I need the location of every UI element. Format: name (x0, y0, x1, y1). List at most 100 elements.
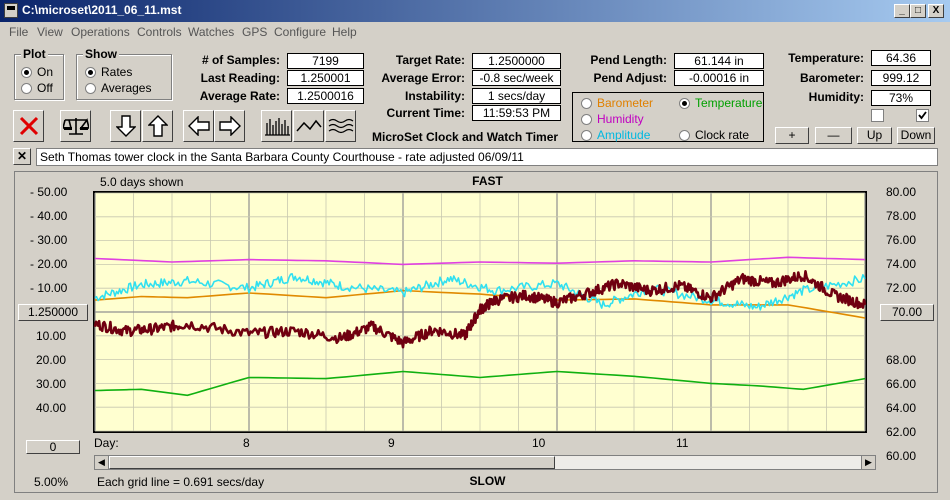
show-group-legend: Show (83, 47, 119, 61)
left-tick: - 30.00 (30, 233, 68, 247)
right-tick: 78.00 (886, 209, 917, 223)
scroll-right-icon[interactable]: ▶ (861, 456, 875, 469)
arrow-down-button[interactable] (110, 110, 141, 142)
minus-button[interactable]: — (815, 127, 852, 144)
temperature-label: Temperature: (788, 51, 864, 65)
last-reading-label: Last Reading: (200, 71, 280, 85)
arrow-left-icon (187, 116, 210, 136)
right-tick: 62.00 (886, 425, 917, 439)
wave-plot-icon (328, 118, 353, 134)
instability-label: Instability: (404, 89, 465, 103)
description-close-button[interactable]: ✕ (13, 148, 31, 165)
line-view-button[interactable] (293, 110, 324, 142)
arrow-right-button[interactable] (214, 110, 245, 142)
right-center-button[interactable]: 70.00 (880, 304, 934, 321)
menu-operations[interactable]: Operations (71, 25, 130, 39)
sensor-humidity-radio[interactable]: Humidity (581, 112, 644, 126)
title-bar: C:\microset\2011_06_11.mst _ □ X (0, 0, 950, 22)
day-label: Day: (94, 436, 119, 450)
plot-group-legend: Plot (21, 47, 48, 61)
left-tick: 30.00 (36, 377, 67, 391)
line-plot-icon (295, 119, 322, 132)
barometer-value: 999.12 (871, 70, 931, 86)
plot-off-radio[interactable]: Off (21, 81, 53, 95)
x-tick: 11 (676, 436, 689, 450)
menu-watches[interactable]: Watches (188, 25, 234, 39)
right-tick: 72.00 (886, 281, 917, 295)
target-rate-label: Target Rate: (395, 53, 465, 67)
right-tick: 66.00 (886, 377, 917, 391)
show-rates-radio[interactable]: Rates (85, 65, 132, 79)
sensor-barometer-radio[interactable]: Barometer (581, 96, 653, 110)
humidity-value: 73% (871, 90, 931, 106)
red-x-icon (19, 116, 38, 136)
humidity-label: Humidity: (808, 90, 864, 104)
x-tick: 9 (388, 436, 395, 450)
arrow-left-button[interactable] (183, 110, 214, 142)
target-rate-value: 1.2500000 (472, 53, 561, 69)
arrow-up-icon (147, 115, 168, 137)
sensor-checkbox[interactable] (916, 109, 929, 122)
show-group: Show Rates Averages (76, 47, 172, 100)
menu-gps[interactable]: GPS (242, 25, 267, 39)
arrow-right-icon (218, 116, 241, 136)
slow-label: SLOW (469, 474, 506, 488)
window-title: C:\microset\2011_06_11.mst (22, 3, 182, 17)
menu-file[interactable]: File (9, 25, 28, 39)
pend-length-value: 61.144 in (674, 53, 764, 69)
bars-view-button[interactable] (261, 110, 292, 142)
grid-note: Each grid line = 0.691 secs/day (97, 475, 265, 489)
horizontal-scrollbar[interactable]: ◀ ▶ (94, 455, 876, 470)
description-field[interactable]: Seth Thomas tower clock in the Santa Bar… (36, 148, 938, 166)
zoom-button[interactable]: 0 (26, 440, 80, 454)
close-button[interactable]: X (928, 4, 944, 18)
plot-area (93, 191, 867, 433)
balance-scale-icon (62, 118, 89, 135)
right-tick: 68.00 (886, 353, 917, 367)
sensor-temperature-radio[interactable]: Temperature (679, 96, 762, 110)
fast-label: FAST (472, 174, 503, 188)
pend-adjust-value: -0.00016 in (674, 70, 764, 86)
sensor-amplitude-radio[interactable]: Amplitude (581, 128, 650, 142)
up-button[interactable]: Up (857, 127, 892, 144)
pend-adjust-label: Pend Adjust: (593, 71, 667, 85)
left-tick: - 20.00 (30, 257, 68, 271)
center-rate-button[interactable]: 1.250000 (18, 304, 88, 321)
wave-view-button[interactable] (325, 110, 356, 142)
app-name: MicroSet Clock and Watch Timer (372, 130, 559, 144)
sensor-clock-rate-radio[interactable]: Clock rate (679, 128, 749, 142)
scroll-left-icon[interactable]: ◀ (95, 456, 109, 469)
menu-configure[interactable]: Configure (274, 25, 326, 39)
down-button[interactable]: Down (897, 127, 935, 144)
average-error-label: Average Error: (381, 71, 465, 85)
minimize-button[interactable]: _ (894, 4, 910, 18)
current-time-value: 11:59:53 PM (472, 105, 561, 121)
left-tick: - 50.00 (30, 185, 68, 199)
plus-button[interactable]: + (775, 127, 809, 144)
scrollbar-thumb[interactable] (109, 456, 555, 469)
samples-label: # of Samples: (201, 53, 280, 67)
menu-controls[interactable]: Controls (137, 25, 182, 39)
average-rate-label: Average Rate: (199, 89, 280, 103)
left-tick: - 10.00 (30, 281, 68, 295)
right-tick: 64.00 (886, 401, 917, 415)
x-tick: 10 (532, 436, 546, 450)
plot-on-radio[interactable]: On (21, 65, 53, 79)
balance-button[interactable] (60, 110, 91, 142)
maximize-button[interactable]: □ (910, 4, 926, 18)
left-tick: 10.00 (36, 329, 67, 343)
show-averages-radio[interactable]: Averages (85, 81, 151, 95)
samples-value: 7199 (287, 53, 364, 69)
arrow-up-button[interactable] (142, 110, 173, 142)
average-error-value: -0.8 sec/week (472, 70, 561, 86)
menu-help[interactable]: Help (332, 25, 357, 39)
clear-button[interactable] (13, 110, 44, 142)
temperature-value: 64.36 (871, 50, 931, 66)
right-tick: 76.00 (886, 233, 917, 247)
menu-view[interactable]: View (37, 25, 63, 39)
plot-group: Plot On Off (14, 47, 64, 100)
pend-length-label: Pend Length: (590, 53, 667, 67)
humidity-checkbox[interactable] (871, 109, 884, 122)
left-tick: 40.00 (36, 401, 67, 415)
menu-bar: File View Operations Controls Watches GP… (0, 22, 950, 42)
